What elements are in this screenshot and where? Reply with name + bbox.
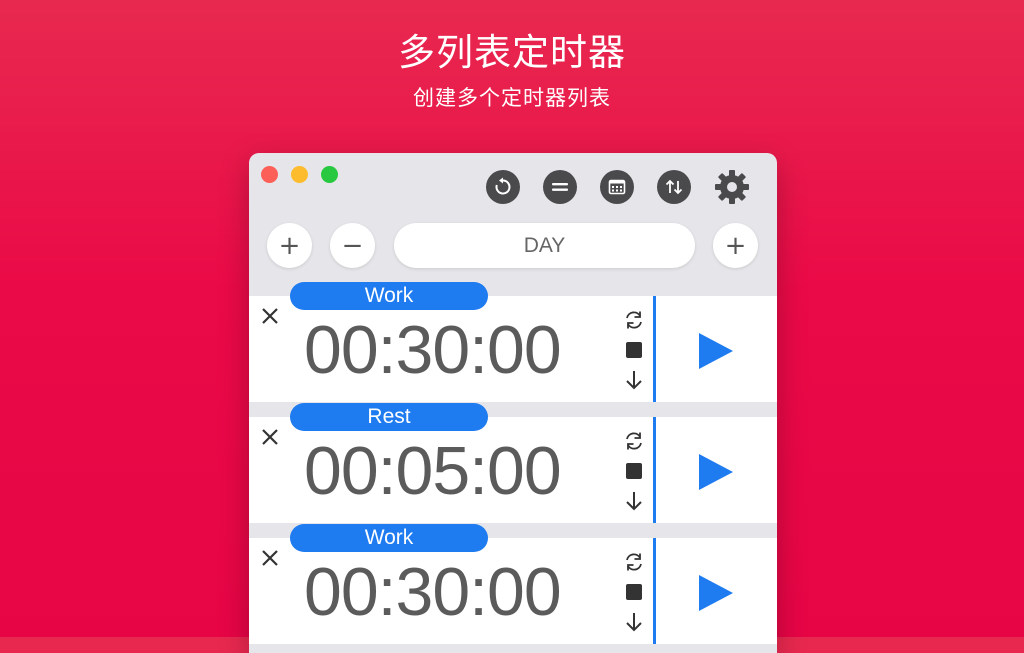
stop-button[interactable] — [622, 338, 646, 362]
close-icon — [262, 550, 278, 566]
timer-display: 00:30:00 — [304, 554, 562, 630]
app-window: + − DAY + Work 00:30:00 Rest 00:05:00 Wo… — [249, 153, 777, 653]
sort-button[interactable] — [657, 170, 691, 204]
stop-icon — [626, 463, 642, 479]
calendar-icon — [608, 179, 626, 195]
close-icon — [262, 308, 278, 324]
close-icon — [262, 429, 278, 445]
sort-icon — [665, 179, 683, 195]
timer-label[interactable]: Work — [290, 282, 488, 310]
stop-button[interactable] — [622, 580, 646, 604]
timer-row: 00:30:00 — [249, 296, 777, 402]
row-divider — [653, 538, 656, 644]
delete-timer-button[interactable] — [259, 305, 281, 327]
stop-icon — [626, 584, 642, 600]
timer-row: 00:30:00 — [249, 538, 777, 644]
timer-display: 00:05:00 — [304, 433, 562, 509]
stop-icon — [626, 342, 642, 358]
timer-display: 00:30:00 — [304, 312, 562, 388]
play-icon[interactable] — [696, 452, 736, 492]
calendar-button[interactable] — [600, 170, 634, 204]
list-icon — [552, 183, 568, 191]
timer-label[interactable]: Rest — [290, 403, 488, 431]
window-minimize-button[interactable] — [291, 166, 308, 183]
arrow-down-icon — [626, 492, 642, 511]
row-divider — [653, 417, 656, 523]
window-maximize-button[interactable] — [321, 166, 338, 183]
repeat-button[interactable] — [622, 308, 646, 332]
remove-timer-button[interactable]: − — [330, 223, 375, 268]
repeat-icon — [626, 432, 642, 450]
delete-timer-button[interactable] — [259, 426, 281, 448]
timer-row: 00:05:00 — [249, 417, 777, 523]
gear-icon[interactable] — [713, 168, 751, 206]
timer-label[interactable]: Work — [290, 524, 488, 552]
row-divider — [653, 296, 656, 402]
move-down-button[interactable] — [622, 489, 646, 513]
add-list-button[interactable]: + — [713, 223, 758, 268]
arrow-down-icon — [626, 371, 642, 390]
repeat-button[interactable] — [622, 429, 646, 453]
list-name-field[interactable]: DAY — [394, 223, 695, 268]
promo-title: 多列表定时器 — [398, 31, 626, 74]
add-timer-button[interactable]: + — [267, 223, 312, 268]
repeat-button[interactable] — [622, 550, 646, 574]
repeat-icon — [626, 311, 642, 329]
play-icon[interactable] — [696, 331, 736, 371]
window-close-button[interactable] — [261, 166, 278, 183]
list-view-button[interactable] — [543, 170, 577, 204]
delete-timer-button[interactable] — [259, 547, 281, 569]
repeat-icon — [626, 553, 642, 571]
promo-subtitle: 创建多个定时器列表 — [413, 86, 611, 110]
move-down-button[interactable] — [622, 610, 646, 634]
move-down-button[interactable] — [622, 368, 646, 392]
reset-icon — [495, 177, 511, 195]
stop-button[interactable] — [622, 459, 646, 483]
reset-button[interactable] — [486, 170, 520, 204]
play-icon[interactable] — [696, 573, 736, 613]
arrow-down-icon — [626, 613, 642, 632]
